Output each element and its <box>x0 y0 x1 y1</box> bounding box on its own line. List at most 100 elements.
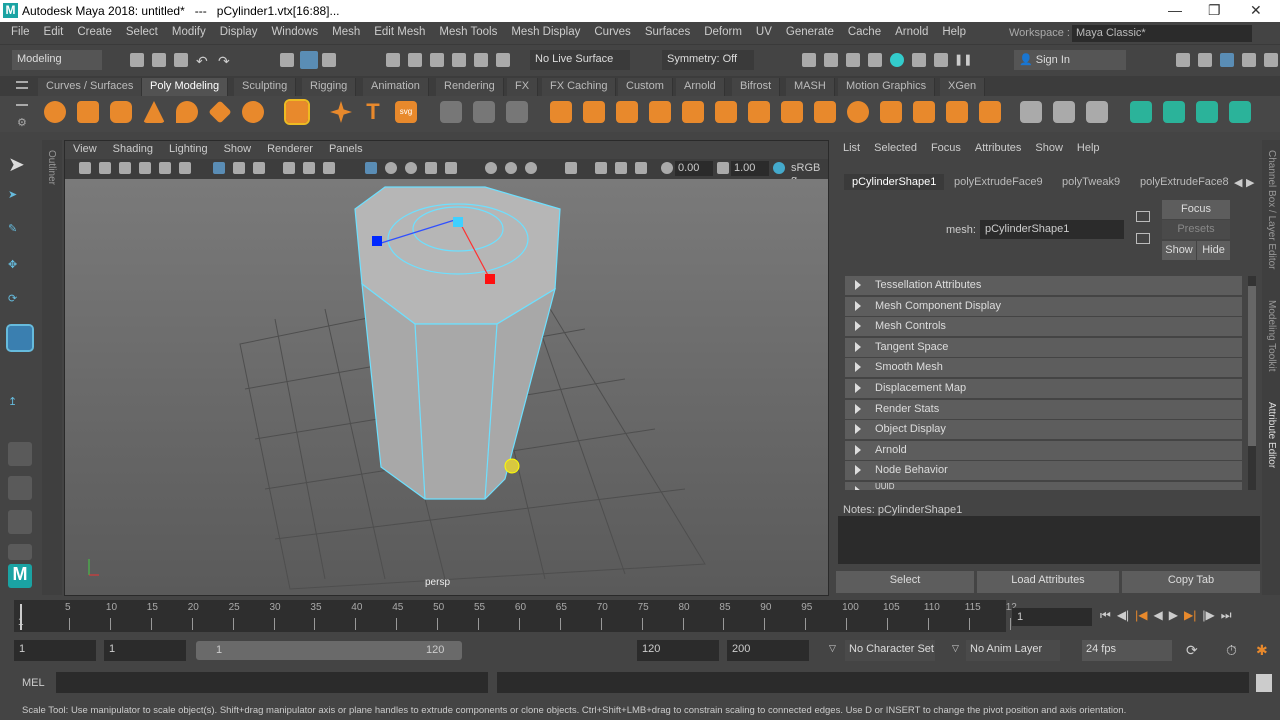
separate-icon[interactable] <box>473 101 495 123</box>
section-node-behavior[interactable]: Node Behavior <box>845 461 1242 480</box>
menu-file[interactable]: File <box>4 26 37 38</box>
grease-pencil-icon[interactable] <box>179 162 191 174</box>
step-forward-key-icon[interactable]: |▶ <box>1202 608 1214 623</box>
current-frame-field[interactable]: 1 <box>1012 608 1092 626</box>
section-mesh-component-display[interactable]: Mesh Component Display <box>845 297 1242 316</box>
menu-mesh-tools[interactable]: Mesh Tools <box>432 26 504 38</box>
attribute-editor-tab[interactable]: Attribute Editor <box>1266 402 1277 468</box>
show-button[interactable]: Show <box>1162 241 1196 260</box>
modeling-toolkit-icon[interactable] <box>1176 53 1190 67</box>
vp-menu-lighting[interactable]: Lighting <box>161 141 216 159</box>
combine-icon[interactable] <box>440 101 462 123</box>
load-attributes-button[interactable]: Load Attributes <box>977 571 1119 593</box>
shelf-gear-icon[interactable]: ⚙ <box>17 116 27 129</box>
current-time-marker[interactable] <box>20 604 22 630</box>
camera-attributes-icon[interactable] <box>99 162 111 174</box>
select-tool-icon[interactable]: ➤ <box>8 152 32 176</box>
slide-edge-icon[interactable] <box>1020 101 1042 123</box>
select-components-icon[interactable] <box>322 53 336 67</box>
svg-tool-icon[interactable]: svg <box>395 101 417 123</box>
platonic-solid-icon[interactable] <box>284 99 310 125</box>
shelf-tab-fx[interactable]: FX <box>507 78 539 96</box>
menu-deform[interactable]: Deform <box>697 26 749 38</box>
ipr-render-icon[interactable] <box>846 53 860 67</box>
auto-key-icon[interactable]: ⏱ <box>1226 642 1237 659</box>
bridge-icon[interactable] <box>616 101 638 123</box>
section-smooth-mesh[interactable]: Smooth Mesh <box>845 358 1242 377</box>
step-back-key-icon[interactable]: ◀| <box>1117 608 1129 623</box>
select-camera-icon[interactable] <box>79 162 91 174</box>
save-scene-icon[interactable] <box>174 53 188 67</box>
shelf-tab-mash[interactable]: MASH <box>786 78 835 96</box>
ae-tab-polytweak9[interactable]: polyTweak9 <box>1054 174 1128 190</box>
menu-mesh[interactable]: Mesh <box>325 26 367 38</box>
xray-joints-icon[interactable] <box>615 162 627 174</box>
film-gate-icon[interactable] <box>233 162 245 174</box>
notes-field[interactable] <box>838 516 1260 564</box>
2d-pan-zoom-icon[interactable] <box>159 162 171 174</box>
flip-icon[interactable] <box>1086 101 1108 123</box>
menu-curves[interactable]: Curves <box>587 26 637 38</box>
snap-projected-icon[interactable] <box>452 53 466 67</box>
open-scene-icon[interactable] <box>152 53 166 67</box>
menu-windows[interactable]: Windows <box>264 26 325 38</box>
shelf-tab-bifrost[interactable]: Bifrost <box>732 78 781 96</box>
shelf-menu-icon[interactable] <box>16 81 28 89</box>
shelf-tab-xgen[interactable]: XGen <box>940 78 986 96</box>
section-tangent-space[interactable]: Tangent Space <box>845 338 1242 357</box>
section-tessellation-attributes[interactable]: Tessellation Attributes <box>845 276 1242 295</box>
menu-display[interactable]: Display <box>213 26 265 38</box>
exposure-icon[interactable] <box>661 162 673 174</box>
copy-tab-button[interactable]: Copy Tab <box>1122 571 1260 593</box>
poke-icon[interactable] <box>979 101 1001 123</box>
mel-label[interactable]: MEL <box>22 677 45 689</box>
uv-editor-icon[interactable] <box>1130 101 1152 123</box>
time-slider[interactable]: 5 10 15 20 25 30 35 40 45 50 55 60 65 70 75 80 85 90 95 100… <box>14 600 1017 632</box>
select-hierarchy-icon[interactable] <box>280 53 294 67</box>
maximize-button[interactable]: ❐ <box>1208 2 1221 19</box>
ambient-occlusion-icon[interactable] <box>505 162 517 174</box>
sign-in-dropdown[interactable]: 👤 Sign In <box>1014 50 1126 70</box>
resolution-gate-icon[interactable] <box>253 162 265 174</box>
vp-menu-renderer[interactable]: Renderer <box>259 141 321 159</box>
field-chart-icon[interactable] <box>303 162 315 174</box>
play-forwards-icon[interactable]: ▶ <box>1169 608 1178 623</box>
xray-icon[interactable] <box>595 162 607 174</box>
smooth-shade-icon[interactable] <box>385 162 397 174</box>
step-forward-frame-icon[interactable]: ▶| <box>1184 608 1196 623</box>
last-tool-icon[interactable]: ↥ <box>8 395 32 419</box>
textured-icon[interactable] <box>425 162 437 174</box>
extrude-icon[interactable] <box>583 101 605 123</box>
append-polygon-icon[interactable] <box>715 101 737 123</box>
menu-surfaces[interactable]: Surfaces <box>638 26 697 38</box>
shadows-icon[interactable] <box>485 162 497 174</box>
image-plane-icon[interactable] <box>139 162 151 174</box>
scale-tool-icon[interactable] <box>6 324 34 352</box>
shelf-tab-animation[interactable]: Animation <box>363 78 429 96</box>
connect-icon[interactable] <box>913 101 935 123</box>
playback-start-field[interactable]: 1 <box>104 640 186 661</box>
vp-menu-shading[interactable]: Shading <box>105 141 161 159</box>
render-settings-icon[interactable] <box>868 53 882 67</box>
planar-map-icon[interactable] <box>1163 101 1185 123</box>
menuset-dropdown[interactable]: Modeling <box>12 50 102 70</box>
circularize-icon[interactable] <box>847 101 869 123</box>
make-live-icon[interactable] <box>496 53 510 67</box>
four-view-layout-icon[interactable] <box>8 476 32 500</box>
workspace-dropdown[interactable]: Maya Classic* <box>1072 25 1252 42</box>
undo-icon[interactable]: ↶ <box>196 53 210 69</box>
tool-settings-icon[interactable] <box>1242 53 1256 67</box>
smooth-icon[interactable] <box>506 101 528 123</box>
menu-edit[interactable]: Edit <box>37 26 71 38</box>
shelf-tab-poly-modeling[interactable]: Poly Modeling <box>142 78 229 96</box>
section-displacement-map[interactable]: Displacement Map <box>845 379 1242 398</box>
menu-help[interactable]: Help <box>935 26 973 38</box>
fps-dropdown[interactable]: 24 fps <box>1082 640 1172 661</box>
vp-menu-panels[interactable]: Panels <box>321 141 371 159</box>
layout-list-icon[interactable] <box>8 544 32 560</box>
menu-modify[interactable]: Modify <box>165 26 213 38</box>
loop-icon[interactable]: ⟳ <box>1186 642 1198 659</box>
shelf-tab-rigging[interactable]: Rigging <box>302 78 357 96</box>
type-tool-icon[interactable]: T <box>362 101 384 123</box>
go-to-start-icon[interactable]: ⏮ <box>1100 608 1111 623</box>
